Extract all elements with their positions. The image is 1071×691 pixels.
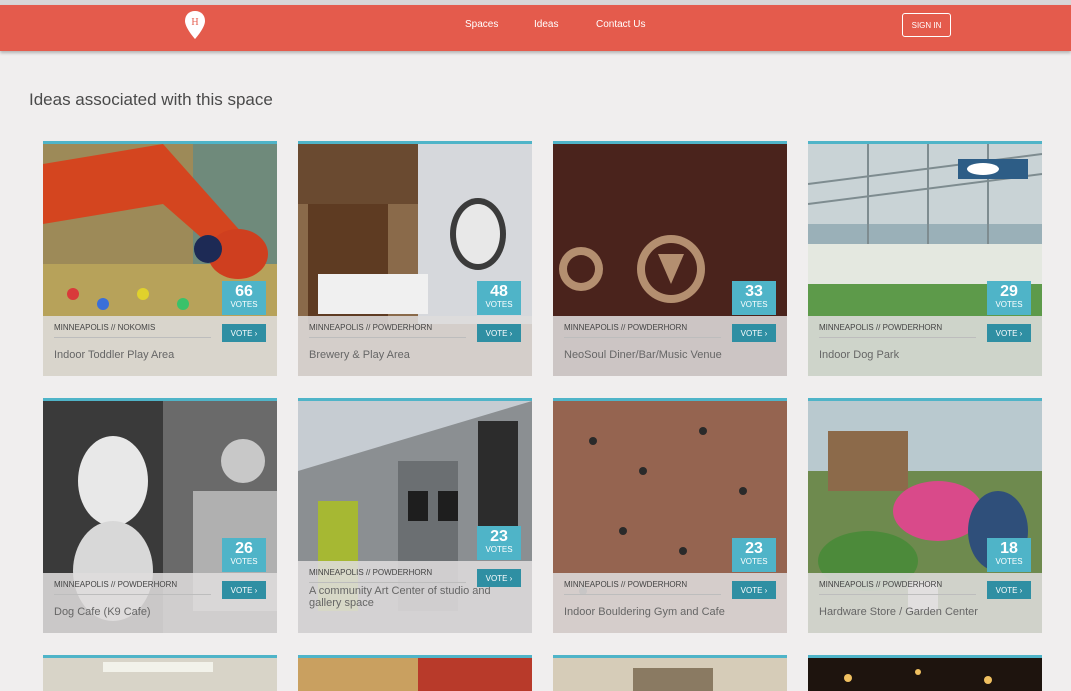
card-location: MINNEAPOLIS // POWDERHORN xyxy=(309,323,466,338)
vote-count-badge: 26 VOTES xyxy=(222,538,266,572)
vote-button[interactable]: VOTE › xyxy=(987,581,1031,599)
idea-card[interactable]: MINNEAPOLIS // POWDERHORN Brewery & Play… xyxy=(298,141,532,376)
votes-label: VOTES xyxy=(230,300,258,309)
vote-button[interactable]: VOTE › xyxy=(222,324,266,342)
idea-card[interactable] xyxy=(298,655,532,691)
vote-count-badge: 48 VOTES xyxy=(477,281,521,315)
idea-card[interactable]: MINNEAPOLIS // POWDERHORN A community Ar… xyxy=(298,398,532,633)
card-title[interactable]: Brewery & Play Area xyxy=(309,349,514,361)
vote-count: 23 xyxy=(490,528,508,545)
sign-in-button[interactable]: SIGN IN xyxy=(902,13,951,37)
vote-count-badge: 66 VOTES xyxy=(222,281,266,315)
card-location: MINNEAPOLIS // NOKOMIS xyxy=(54,323,211,338)
idea-card[interactable]: MINNEAPOLIS // POWDERHORN Dog Cafe (K9 C… xyxy=(43,398,277,633)
votes-label: VOTES xyxy=(485,545,513,554)
idea-card[interactable]: MINNEAPOLIS // NOKOMIS Indoor Toddler Pl… xyxy=(43,141,277,376)
idea-image xyxy=(553,658,787,691)
idea-card[interactable]: MINNEAPOLIS // POWDERHORN Indoor Boulder… xyxy=(553,398,787,633)
card-title[interactable]: A community Art Center of studio and gal… xyxy=(309,585,519,609)
svg-text:H: H xyxy=(191,17,198,28)
nav-link-contact-us[interactable]: Contact Us xyxy=(596,19,645,30)
idea-card[interactable] xyxy=(808,655,1042,691)
idea-card[interactable] xyxy=(553,655,787,691)
vote-count: 29 xyxy=(1000,283,1018,300)
idea-card[interactable]: MINNEAPOLIS // POWDERHORN Indoor Dog Par… xyxy=(808,141,1042,376)
vote-count: 18 xyxy=(1000,540,1018,557)
card-location: MINNEAPOLIS // POWDERHORN xyxy=(54,580,211,595)
idea-card[interactable] xyxy=(43,655,277,691)
vote-count: 33 xyxy=(745,283,763,300)
votes-label: VOTES xyxy=(230,557,258,566)
vote-button[interactable]: VOTE › xyxy=(732,581,776,599)
card-location: MINNEAPOLIS // POWDERHORN xyxy=(819,323,976,338)
idea-image xyxy=(808,658,1042,691)
votes-label: VOTES xyxy=(485,300,513,309)
vote-count-badge: 18 VOTES xyxy=(987,538,1031,572)
votes-label: VOTES xyxy=(995,300,1023,309)
vote-button[interactable]: VOTE › xyxy=(477,324,521,342)
nav-link-spaces[interactable]: Spaces xyxy=(465,19,498,30)
top-navbar: H Spaces Ideas Contact Us SIGN IN xyxy=(0,5,1071,51)
card-title[interactable]: Indoor Dog Park xyxy=(819,349,1024,361)
card-title[interactable]: Hardware Store / Garden Center xyxy=(819,606,1024,618)
card-title[interactable]: NeoSoul Diner/Bar/Music Venue xyxy=(564,349,769,361)
votes-label: VOTES xyxy=(740,557,768,566)
vote-count: 26 xyxy=(235,540,253,557)
idea-image xyxy=(43,658,277,691)
vote-button[interactable]: VOTE › xyxy=(987,324,1031,342)
page-title: Ideas associated with this space xyxy=(29,90,273,109)
card-title[interactable]: Indoor Bouldering Gym and Cafe xyxy=(564,606,769,618)
card-location: MINNEAPOLIS // POWDERHORN xyxy=(564,580,721,595)
card-title[interactable]: Dog Cafe (K9 Cafe) xyxy=(54,606,259,618)
vote-count-badge: 33 VOTES xyxy=(732,281,776,315)
card-title[interactable]: Indoor Toddler Play Area xyxy=(54,349,259,361)
nav-link-ideas[interactable]: Ideas xyxy=(534,19,558,30)
vote-count: 23 xyxy=(745,540,763,557)
vote-count: 48 xyxy=(490,283,508,300)
idea-card[interactable]: MINNEAPOLIS // POWDERHORN NeoSoul Diner/… xyxy=(553,141,787,376)
votes-label: VOTES xyxy=(740,300,768,309)
card-location: MINNEAPOLIS // POWDERHORN xyxy=(309,568,466,583)
votes-label: VOTES xyxy=(995,557,1023,566)
vote-count-badge: 23 VOTES xyxy=(732,538,776,572)
idea-image xyxy=(298,658,532,691)
vote-button[interactable]: VOTE › xyxy=(732,324,776,342)
card-location: MINNEAPOLIS // POWDERHORN xyxy=(819,580,976,595)
vote-count-badge: 23 VOTES xyxy=(477,526,521,560)
card-location: MINNEAPOLIS // POWDERHORN xyxy=(564,323,721,338)
vote-button[interactable]: VOTE › xyxy=(477,569,521,587)
idea-card[interactable]: MINNEAPOLIS // POWDERHORN Hardware Store… xyxy=(808,398,1042,633)
vote-count: 66 xyxy=(235,283,253,300)
vote-button[interactable]: VOTE › xyxy=(222,581,266,599)
vote-count-badge: 29 VOTES xyxy=(987,281,1031,315)
logo-icon[interactable]: H xyxy=(184,10,206,40)
